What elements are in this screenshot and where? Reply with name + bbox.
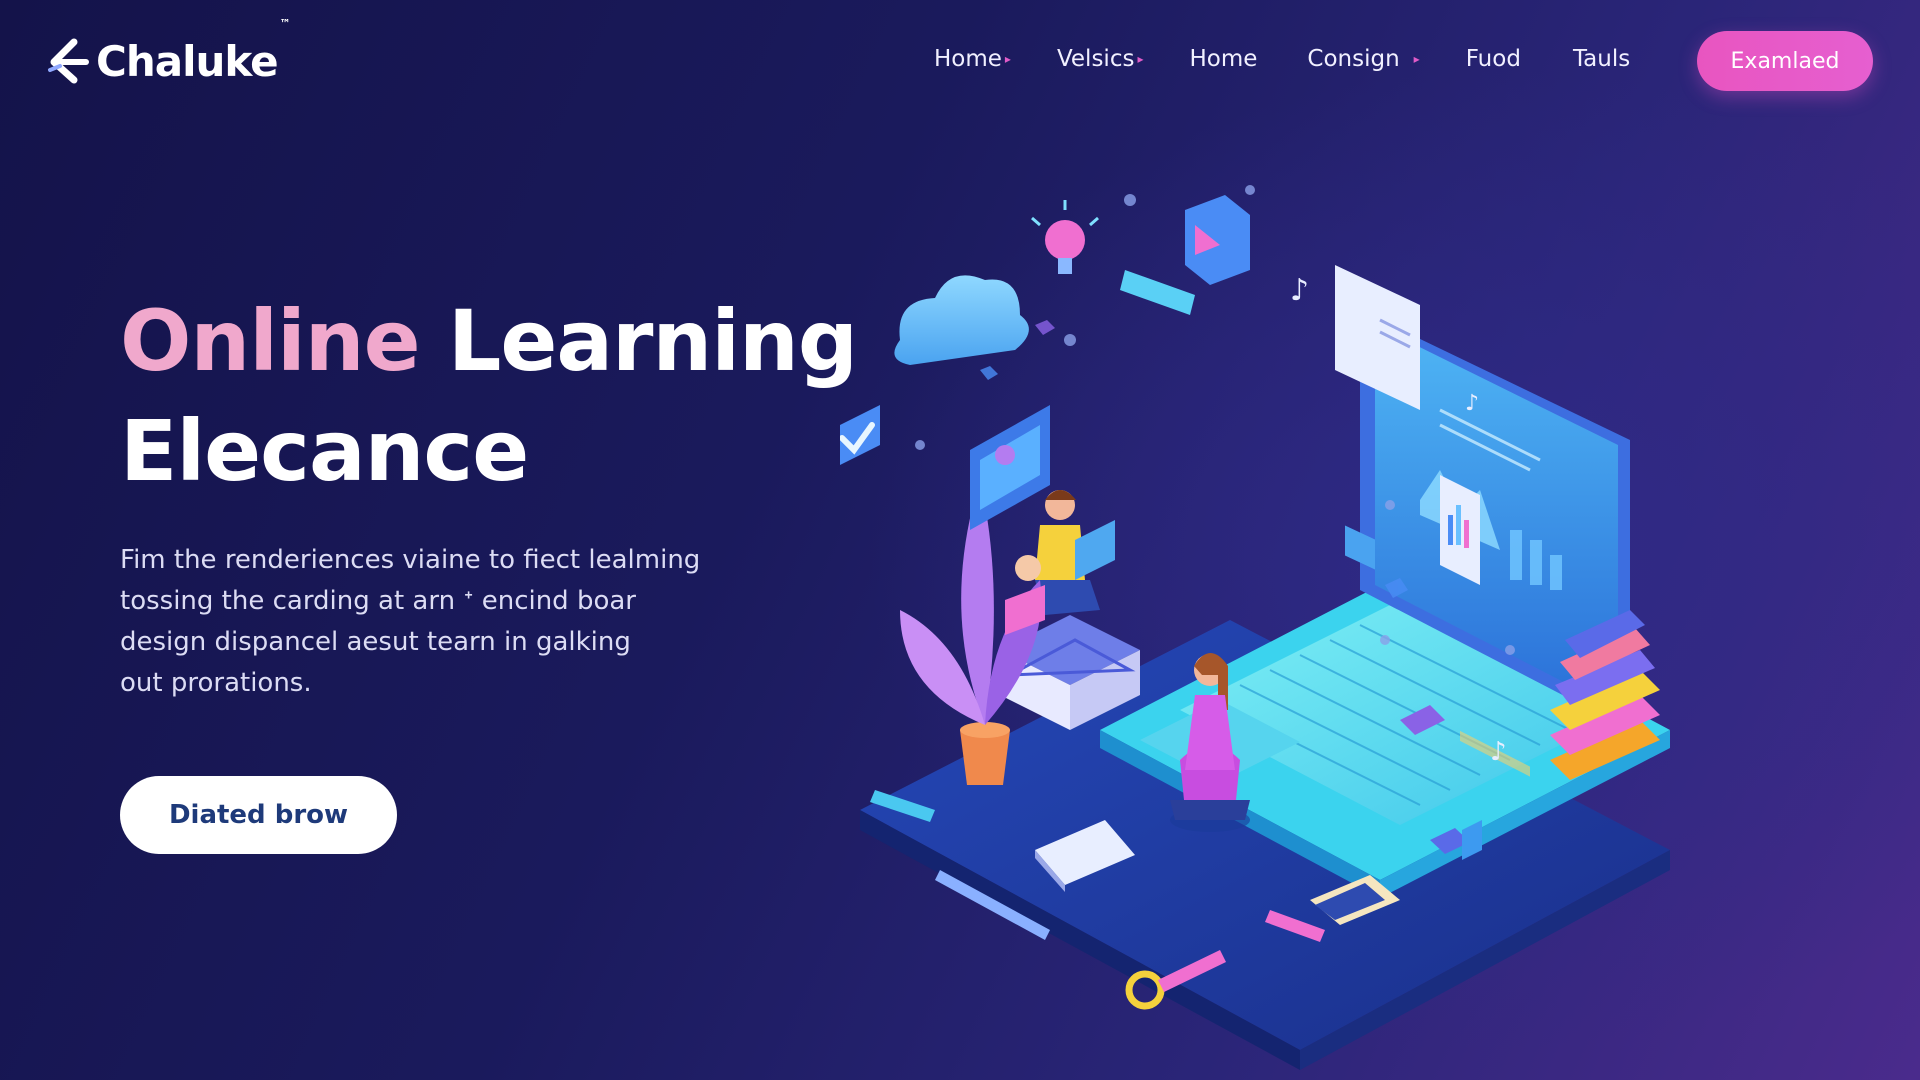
checkmark-card-icon xyxy=(840,405,880,465)
hero-title-rest: Learning xyxy=(447,292,858,390)
hero-description: Fim the renderiences viaine to fiect lea… xyxy=(120,540,740,704)
chevron-right-icon: ▸ xyxy=(1004,52,1011,66)
hero-title: Online Learning Elecance xyxy=(120,286,858,506)
image-card-icon xyxy=(970,405,1050,530)
svg-text:♪: ♪ xyxy=(1290,273,1309,308)
nav-item-fuod[interactable]: Fuod xyxy=(1466,46,1521,72)
hero-title-accent: Online xyxy=(120,292,421,390)
nav-item-velsics[interactable]: Velsics ▸ xyxy=(1057,46,1144,72)
lightbulb-icon xyxy=(1031,200,1099,274)
header-cta-button[interactable]: Examlaed xyxy=(1697,31,1873,91)
cloud-icon xyxy=(894,275,1029,365)
hero-description-line: design dispancel aesut tearn in galking xyxy=(120,627,631,657)
nav-item-tauls[interactable]: Tauls xyxy=(1573,46,1630,72)
svg-text:♪: ♪ xyxy=(1465,391,1479,416)
brand-name: Chaluke™ xyxy=(96,16,291,86)
folder-icon xyxy=(1185,195,1250,285)
hero-description-line: tossing the carding at arn ᐩ encind boar xyxy=(120,586,636,616)
svg-text:♪: ♪ xyxy=(1490,737,1507,767)
nav-item-label: Velsics xyxy=(1056,46,1135,72)
nav-item-label: Fuod xyxy=(1465,46,1521,72)
nav-item-home[interactable]: Home ▸ xyxy=(934,46,1011,72)
brand-logo[interactable]: Chaluke™ xyxy=(44,16,291,86)
main-menu: Home ▸ Velsics ▸ Home Consign ▸ Fuod Tau… xyxy=(934,46,1630,72)
chevron-right-icon: ▸ xyxy=(1137,52,1144,66)
nav-item-consign[interactable]: Consign ▸ xyxy=(1307,46,1419,72)
hero-description-line: out prorations. xyxy=(120,668,312,698)
hero-cta-button[interactable]: Diated brow xyxy=(120,776,397,854)
bird-logo-icon xyxy=(48,38,89,84)
slider-bar-icon xyxy=(1120,270,1195,315)
top-navigation: Chaluke™ Home ▸ Velsics ▸ Home Consign ▸… xyxy=(0,0,1920,124)
nav-item-home-2[interactable]: Home xyxy=(1189,46,1257,72)
nav-item-label: Home xyxy=(934,46,1002,72)
nav-item-label: Consign xyxy=(1307,46,1400,72)
online-learning-illustration: ♪ ♪ ♪ xyxy=(840,185,1670,1070)
chevron-right-icon: ▸ xyxy=(1413,52,1420,66)
nav-item-label: Tauls xyxy=(1572,46,1631,72)
hero-title-line2: Elecance xyxy=(120,402,529,500)
hero-description-line: Fim the renderiences viaine to fiect lea… xyxy=(120,545,701,575)
nav-item-label: Home xyxy=(1189,46,1258,72)
